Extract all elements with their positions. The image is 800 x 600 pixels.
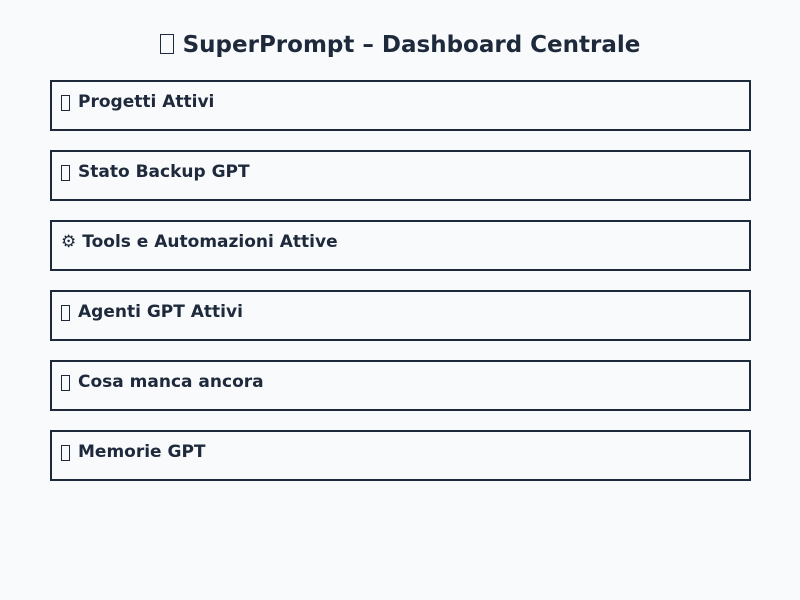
missing-glyph-icon (61, 304, 70, 321)
section-stato-backup-gpt[interactable]: Stato Backup GPT (50, 150, 751, 201)
page-title: SuperPrompt – Dashboard Centrale (0, 30, 800, 60)
missing-glyph-icon (159, 34, 174, 54)
missing-glyph-icon (61, 374, 70, 391)
section-label: Stato Backup GPT (78, 162, 250, 182)
section-heading: Progetti Attivi (61, 92, 749, 112)
gear-icon: ⚙ (61, 232, 77, 252)
section-heading: Agenti GPT Attivi (61, 302, 749, 322)
section-agenti-gpt-attivi[interactable]: Agenti GPT Attivi (50, 290, 751, 341)
section-heading: Cosa manca ancora (61, 372, 749, 392)
section-heading: Memorie GPT (61, 442, 749, 462)
section-heading: ⚙ Tools e Automazioni Attive (61, 232, 749, 252)
section-label: Cosa manca ancora (78, 372, 264, 392)
section-memorie-gpt[interactable]: Memorie GPT (50, 430, 751, 481)
section-tools-automazioni[interactable]: ⚙ Tools e Automazioni Attive (50, 220, 751, 271)
section-progetti-attivi[interactable]: Progetti Attivi (50, 80, 751, 131)
missing-glyph-icon (61, 94, 70, 111)
section-label: Memorie GPT (78, 442, 206, 462)
section-label: Agenti GPT Attivi (78, 302, 243, 322)
section-list: Progetti Attivi Stato Backup GPT ⚙ Tools… (50, 80, 751, 500)
missing-glyph-icon (61, 164, 70, 181)
section-cosa-manca-ancora[interactable]: Cosa manca ancora (50, 360, 751, 411)
missing-glyph-icon (61, 444, 70, 461)
section-label: Progetti Attivi (78, 92, 215, 112)
section-heading: Stato Backup GPT (61, 162, 749, 182)
page-title-text: SuperPrompt – Dashboard Centrale (182, 32, 641, 58)
section-label: Tools e Automazioni Attive (82, 232, 338, 252)
dashboard-page: SuperPrompt – Dashboard Centrale Progett… (0, 0, 800, 600)
